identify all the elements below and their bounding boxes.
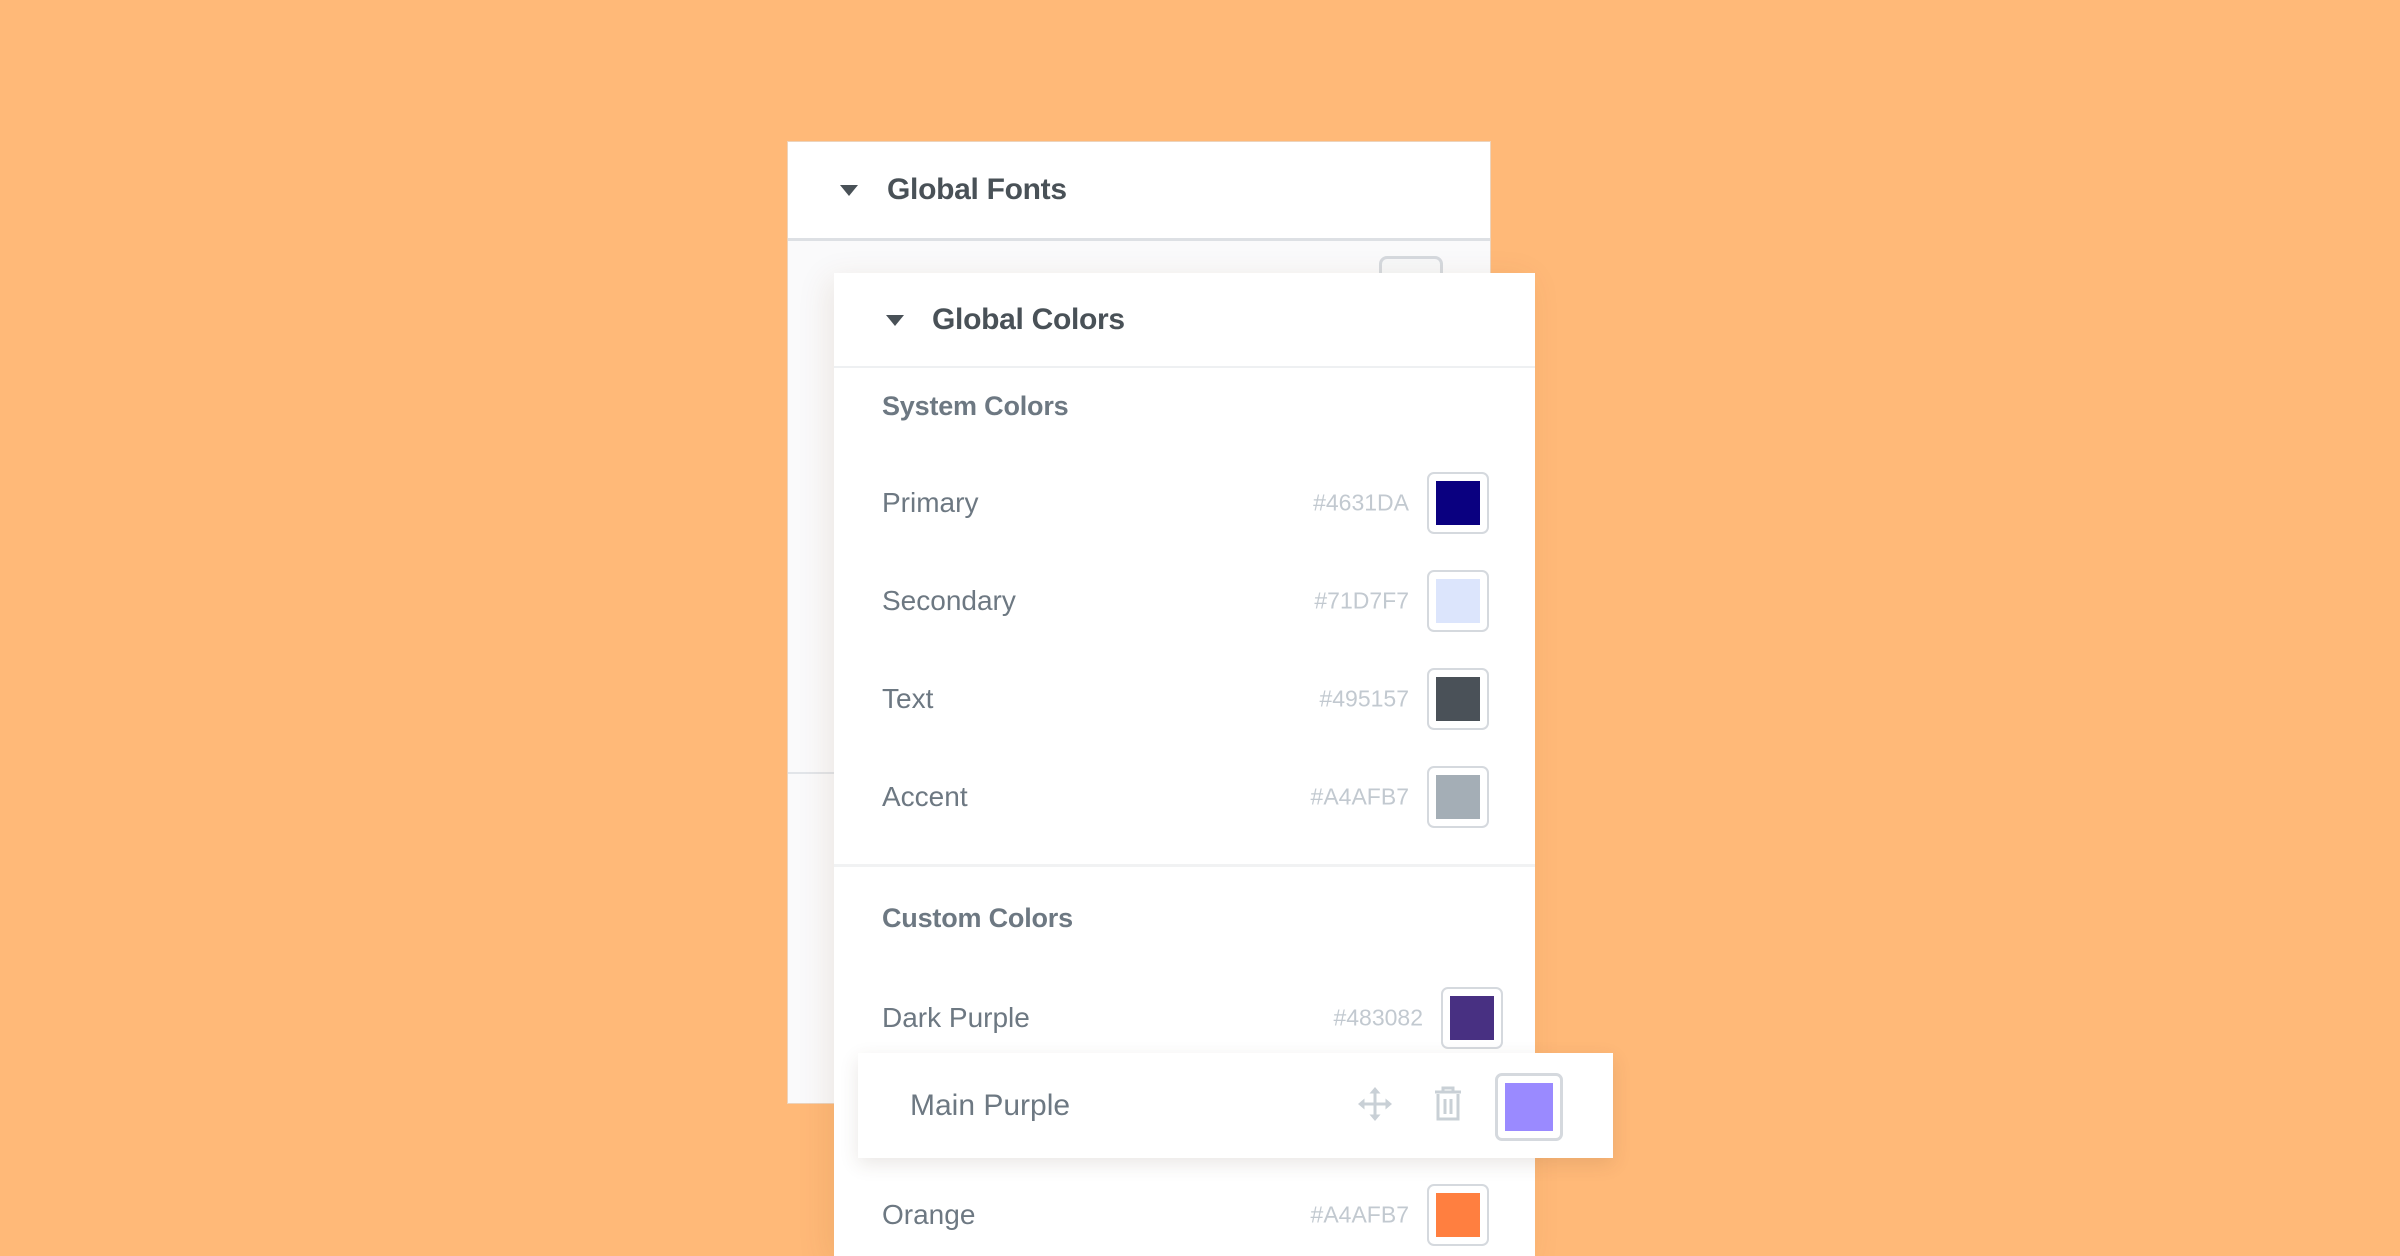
color-name: Dark Purple [882,1002,1030,1033]
color-name: Main Purple [910,1088,1071,1122]
color-row-primary: Primary #4631DA [834,472,1535,534]
color-swatch-button[interactable] [1427,668,1489,730]
swatch-fill [1505,1083,1553,1131]
global-fonts-toggle[interactable]: Global Fonts [840,170,1067,210]
color-row-orange: Orange #A4AFB7 [834,1184,1535,1246]
swatch-fill [1436,579,1480,623]
swatch-fill [1450,996,1494,1040]
global-fonts-title: Global Fonts [887,173,1067,206]
color-name: Accent [882,781,968,812]
swatch-fill [1436,775,1480,819]
custom-colors-heading: Custom Colors [882,903,1073,933]
color-name: Secondary [882,585,1016,616]
color-row-secondary: Secondary #71D7F7 [834,570,1535,632]
move-icon[interactable] [1358,1087,1392,1121]
color-swatch-button[interactable] [1427,570,1489,632]
color-hex: #A4AFB7 [1310,1201,1409,1228]
color-hex: #4631DA [1313,489,1409,516]
color-name: Primary [882,487,979,518]
color-row-dark-purple: Dark Purple #483082 [834,987,1535,1049]
global-colors-toggle[interactable]: Global Colors [886,300,1125,340]
color-name: Text [882,683,934,714]
global-fonts-header[interactable]: Global Fonts [788,142,1490,241]
color-hex: #A4AFB7 [1310,783,1409,810]
global-colors-title: Global Colors [932,303,1125,336]
caret-down-icon [886,314,904,326]
color-row-text: Text #495157 [834,668,1535,730]
color-swatch-button[interactable] [1427,766,1489,828]
swatch-fill [1436,1193,1480,1237]
color-row-main-purple-dragging[interactable]: Main Purple [858,1053,1613,1158]
color-hex: #483082 [1333,1004,1423,1031]
color-name: Orange [882,1199,976,1230]
global-colors-header[interactable]: Global Colors [834,273,1535,368]
color-row-accent: Accent #A4AFB7 [834,766,1535,828]
system-colors-heading: System Colors [882,391,1069,421]
section-divider [834,864,1535,867]
color-swatch-button[interactable] [1427,1184,1489,1246]
trash-icon[interactable] [1434,1086,1462,1122]
color-hex: #71D7F7 [1314,587,1409,614]
swatch-fill [1436,481,1480,525]
color-swatch-button[interactable] [1441,987,1503,1049]
color-hex: #495157 [1319,685,1409,712]
color-swatch-button[interactable] [1495,1073,1563,1141]
color-swatch-button[interactable] [1427,472,1489,534]
caret-down-icon [840,184,858,196]
swatch-fill [1436,677,1480,721]
